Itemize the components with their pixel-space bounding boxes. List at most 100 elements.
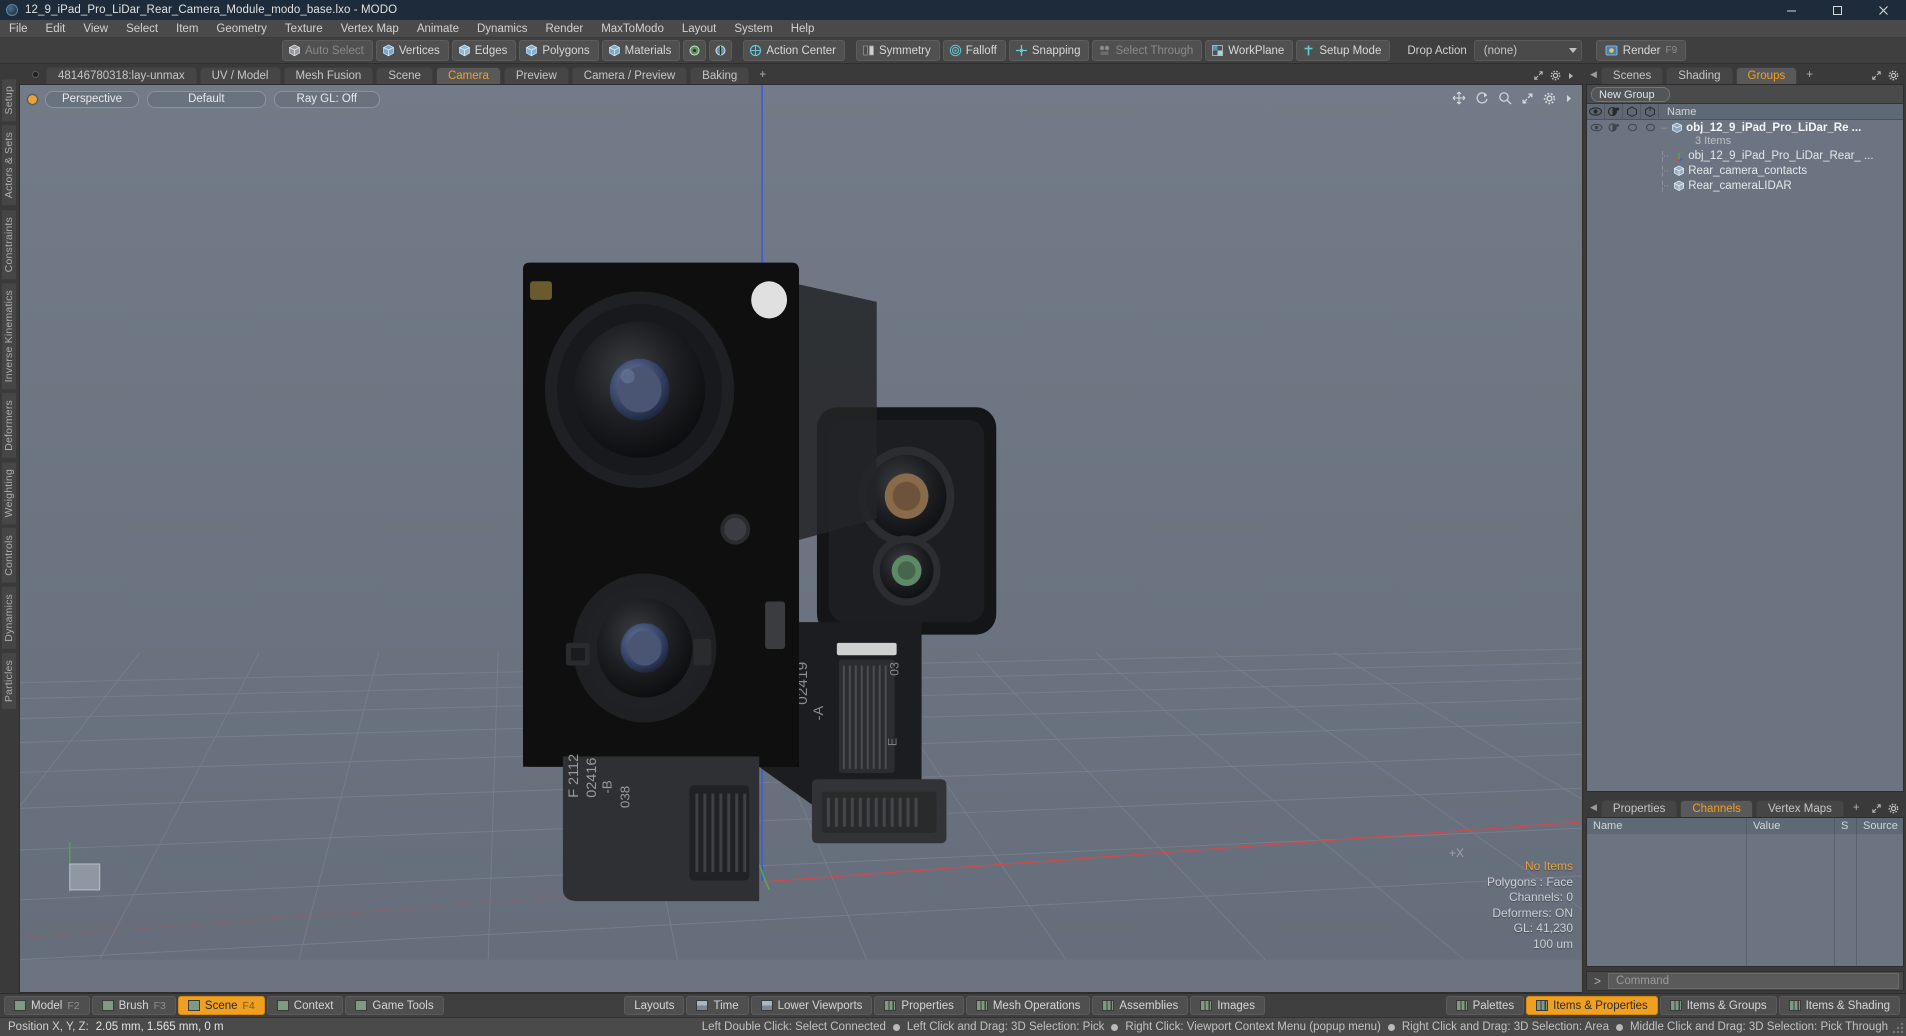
left-rail-tab-actors-sets[interactable]: Actors & Sets (1, 124, 17, 207)
toolbar-falloff-button[interactable]: Falloff (942, 40, 1006, 61)
toolbar-polygons-button[interactable]: Polygons (519, 40, 599, 61)
toolbar-materials-button[interactable]: Materials (601, 40, 681, 61)
channels-column-s[interactable]: S (1835, 818, 1857, 834)
viewport-tab-48146780318-lay-unmax[interactable]: 48146780318:lay-unmax (46, 67, 197, 84)
bottom-game-tools-button[interactable]: Game Tools (345, 996, 444, 1015)
left-rail-tab-setup[interactable]: Setup (1, 78, 17, 123)
left-rail-tab-deformers[interactable]: Deformers (1, 392, 17, 460)
row-toggle-0[interactable] (1587, 120, 1605, 135)
props-scroll-left-icon[interactable]: ◀ (1588, 802, 1601, 817)
expand-icon[interactable] (1521, 92, 1534, 105)
bottom-context-button[interactable]: Context (266, 996, 344, 1015)
menu-edit[interactable]: Edit (37, 20, 75, 38)
properties-tab-properties[interactable]: Properties (1600, 800, 1678, 817)
zoom-icon[interactable] (1498, 91, 1512, 105)
center-icon-button[interactable] (709, 40, 733, 61)
left-rail-tab-inverse-kinematics[interactable]: Inverse Kinematics (1, 281, 17, 391)
tabrow-scroll-left-icon[interactable]: ◀ (1588, 69, 1601, 84)
toolbar-auto-select-button[interactable]: Auto Select (282, 40, 373, 61)
groups-tab-add-button[interactable]: + (1800, 67, 1819, 84)
bottom-scene-button[interactable]: Scene F4 (177, 996, 265, 1015)
viewport-tab-preview[interactable]: Preview (503, 67, 569, 84)
menu-item[interactable]: Item (167, 20, 207, 38)
visibility-icon[interactable] (1587, 103, 1605, 120)
bottom-items-properties-button[interactable]: Items & Properties (1526, 996, 1658, 1015)
groups-tab-groups[interactable]: Groups (1735, 67, 1798, 84)
viewport-tab-camera-preview[interactable]: Camera / Preview (571, 67, 688, 84)
tree-expand-toggle[interactable]: – (1659, 122, 1668, 134)
channels-column-source[interactable]: Source (1857, 818, 1903, 834)
left-rail-tab-constraints[interactable]: Constraints (1, 208, 17, 280)
groups-tab-scenes[interactable]: Scenes (1600, 67, 1664, 84)
menu-texture[interactable]: Texture (276, 20, 332, 38)
expand-icon[interactable] (1871, 803, 1882, 814)
groups-tab-shading[interactable]: Shading (1666, 67, 1733, 84)
view-mode-dropdown[interactable]: Perspective (45, 91, 140, 108)
gear-icon[interactable] (1543, 92, 1556, 105)
bottom-lower-viewports-button[interactable]: Lower Viewports (750, 996, 873, 1015)
menu-system[interactable]: System (725, 20, 781, 38)
viewport-tab-uv-model[interactable]: UV / Model (199, 67, 281, 84)
toolbar-setup-mode-button[interactable]: Setup Mode (1296, 40, 1391, 61)
properties-tab-vertex-maps[interactable]: Vertex Maps (1755, 800, 1844, 817)
select-toggle-icon[interactable] (1641, 103, 1659, 120)
render-toggle-icon[interactable] (1623, 103, 1641, 120)
toolbar-workplane-button[interactable]: WorkPlane (1205, 40, 1294, 61)
bottom-palettes-button[interactable]: Palettes (1445, 996, 1525, 1015)
bottom-layouts-button[interactable]: Layouts (624, 996, 685, 1015)
command-line[interactable]: > Command (1586, 971, 1904, 991)
row-toggle-2[interactable] (1623, 120, 1641, 135)
properties-tab-add-button[interactable]: + (1847, 800, 1866, 817)
expand-icon[interactable] (1533, 70, 1544, 81)
left-rail-tab-dynamics[interactable]: Dynamics (1, 586, 17, 650)
bottom-time-button[interactable]: Time (686, 996, 749, 1015)
maximize-button[interactable] (1814, 0, 1860, 20)
new-group-button[interactable]: New Group (1591, 86, 1670, 102)
chevron-right-icon[interactable] (1567, 71, 1575, 81)
row-toggle-3[interactable] (1641, 120, 1659, 135)
menu-view[interactable]: View (74, 20, 117, 38)
menu-dynamics[interactable]: Dynamics (468, 20, 536, 38)
groups-item-list[interactable]: – obj_12_9_iPad_Pro_LiDar_Re ... 3 Items ¦·… (1587, 120, 1903, 791)
channels-column-name[interactable]: Name (1587, 818, 1747, 834)
group-list-row[interactable]: ¦·· Rear_camera_contacts (1587, 163, 1903, 178)
toolbar-symmetry-button[interactable]: Symmetry (856, 40, 940, 61)
viewport-tab-mesh-fusion[interactable]: Mesh Fusion (283, 67, 374, 84)
left-rail-tab-particles[interactable]: Particles (1, 651, 17, 710)
gear-icon[interactable] (1888, 70, 1899, 81)
move-icon[interactable] (1452, 91, 1466, 105)
toolbar-action-center-button[interactable]: Action Center (743, 40, 846, 61)
render-button[interactable]: Render F9 (1595, 40, 1687, 61)
raygl-toggle[interactable]: Ray GL: Off (273, 91, 381, 108)
toolbar-snapping-button[interactable]: Snapping (1008, 40, 1090, 61)
3d-viewport[interactable]: 02419 -A 03 E F 2112 02416 -B 038 Perspe… (19, 84, 1583, 993)
chevron-right-icon[interactable] (1565, 93, 1573, 104)
minimize-button[interactable] (1768, 0, 1814, 20)
menu-select[interactable]: Select (117, 20, 167, 38)
group-list-row[interactable]: ¦·· Rear_cameraLIDAR (1587, 178, 1903, 193)
command-input[interactable]: Command (1608, 973, 1899, 989)
bottom-brush-button[interactable]: Brush F3 (91, 996, 176, 1015)
bottom-assemblies-button[interactable]: Assemblies (1092, 996, 1189, 1015)
row-toggle-1[interactable] (1605, 120, 1623, 135)
resize-grip-icon[interactable] (1892, 1022, 1904, 1034)
gear-icon[interactable] (1550, 70, 1561, 81)
shading-icon[interactable] (1605, 103, 1623, 120)
viewport-menu-dot-icon[interactable] (28, 95, 37, 104)
menu-layout[interactable]: Layout (673, 20, 726, 38)
menu-vertex-map[interactable]: Vertex Map (332, 20, 408, 38)
toolbar-select-through-button[interactable]: Select Through (1092, 40, 1203, 61)
pivot-icon-button[interactable] (683, 40, 707, 61)
viewport-tab-scene[interactable]: Scene (376, 67, 433, 84)
menu-help[interactable]: Help (782, 20, 824, 38)
bottom-model-button[interactable]: Model F2 (4, 996, 90, 1015)
bottom-properties-button[interactable]: Properties (874, 996, 964, 1015)
expand-icon[interactable] (1871, 70, 1882, 81)
toolbar-vertices-button[interactable]: Vertices (375, 40, 449, 61)
channels-rows[interactable] (1587, 834, 1903, 966)
gear-icon[interactable] (1888, 803, 1899, 814)
menu-file[interactable]: File (0, 20, 37, 38)
bottom-mesh-operations-button[interactable]: Mesh Operations (965, 996, 1091, 1015)
group-list-row[interactable]: ¦·· obj_12_9_iPad_Pro_LiDar_Rear_ ... (1587, 148, 1903, 163)
properties-tab-channels[interactable]: Channels (1680, 800, 1753, 817)
